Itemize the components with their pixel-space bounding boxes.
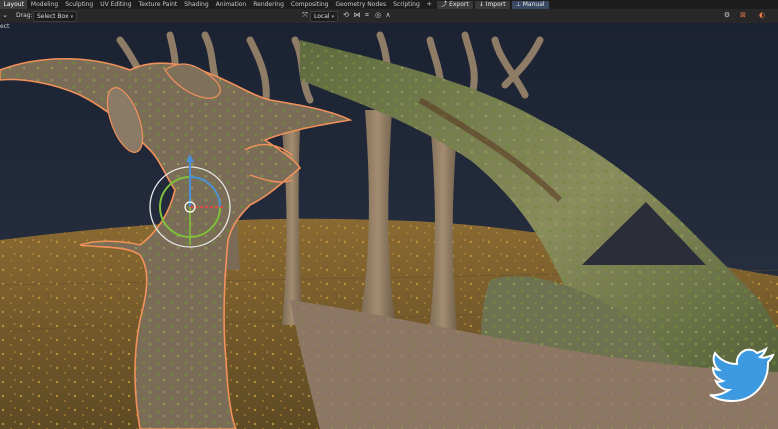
overlay-toggle-icon[interactable]: ⊠	[738, 11, 748, 20]
export-label: Export	[449, 0, 469, 8]
import-icon: ↓	[478, 0, 486, 8]
viewport-canvas	[0, 23, 778, 429]
import-button[interactable]: ↓ Import	[474, 0, 510, 9]
workspace-bar: Layout Modeling Sculpting UV Editing Tex…	[0, 0, 778, 9]
snap-icon[interactable]: ⋈	[352, 11, 362, 20]
chevron-down-icon: ▾	[70, 14, 74, 20]
tab-uv-editing[interactable]: UV Editing	[97, 0, 135, 9]
import-label: Import	[485, 0, 506, 8]
chevron-down-icon: ▾	[331, 14, 335, 20]
proportional-edit-icon[interactable]: ◎	[373, 11, 383, 20]
transform-orientation-dropdown[interactable]: Local ▾	[310, 11, 339, 22]
tab-layout[interactable]: Layout	[0, 0, 28, 9]
pivot-point-icon[interactable]: ⟲	[341, 11, 351, 20]
manual-label: Manual	[522, 0, 545, 8]
export-icon: ⤴	[441, 0, 450, 8]
gizmo-toggle-icon[interactable]: ⚙	[722, 11, 732, 20]
tab-sculpting[interactable]: Sculpting	[62, 0, 97, 9]
tab-rendering[interactable]: Rendering	[250, 0, 288, 9]
snap-target-icon[interactable]: ⌗	[362, 11, 372, 20]
tab-texture-paint[interactable]: Texture Paint	[135, 0, 181, 9]
3d-viewport[interactable]: ect	[0, 23, 778, 429]
manual-button[interactable]: ⊥ Manual	[511, 0, 549, 9]
tab-modeling[interactable]: Modeling	[27, 0, 61, 9]
tab-scripting[interactable]: Scripting	[390, 0, 424, 9]
shading-toggle-icon[interactable]: ◐	[757, 11, 767, 20]
manual-icon: ⊥	[515, 0, 523, 8]
falloff-icon[interactable]: ∧	[383, 11, 393, 20]
tab-shading[interactable]: Shading	[181, 0, 212, 9]
drag-label: Drag:	[16, 12, 33, 19]
blender-window: Layout Modeling Sculpting UV Editing Tex…	[0, 0, 778, 429]
drag-select-value: Select Box	[37, 13, 69, 20]
mode-label: ect	[0, 23, 10, 30]
transform-orientation-icon: ⤧	[302, 11, 308, 19]
add-workspace-button[interactable]: +	[423, 0, 435, 9]
tab-compositing[interactable]: Compositing	[287, 0, 332, 9]
viewport-header: ⌄ Drag: Select Box ▾ ⤧ Local ▾ ⟲ ⋈ ⌗ ◎ ∧ ⚙…	[0, 9, 778, 24]
transform-orientation-value: Local	[314, 13, 330, 20]
tab-geometry-nodes[interactable]: Geometry Nodes	[332, 0, 390, 9]
drag-select-dropdown[interactable]: Select Box ▾	[33, 11, 78, 22]
tab-animation[interactable]: Animation	[212, 0, 250, 9]
export-button[interactable]: ⤴ Export	[437, 0, 473, 9]
chevron-down-icon[interactable]: ⌄	[0, 11, 10, 20]
